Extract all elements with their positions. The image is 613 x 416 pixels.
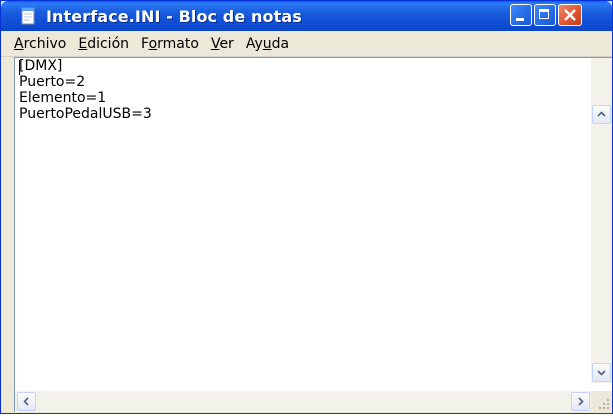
minimize-icon [516, 18, 524, 21]
title-bar[interactable]: Interface.INI - Bloc de notas [1, 1, 612, 31]
horizontal-scrollbar[interactable] [15, 391, 591, 412]
chevron-right-icon [578, 397, 584, 406]
document-text[interactable]: [DMX] Puerto=2 Elemento=1 PuertoPedalUSB… [19, 58, 579, 122]
menu-archivo[interactable]: Archivo [14, 36, 72, 52]
maximize-button[interactable] [534, 4, 556, 26]
scroll-left-button[interactable] [17, 392, 36, 411]
window-title: Interface.INI - Bloc de notas [46, 6, 302, 26]
chevron-down-icon [597, 370, 606, 376]
notepad-window: Interface.INI - Bloc de notas Archivo Ed… [0, 0, 613, 414]
menu-ver[interactable]: Ver [205, 36, 240, 52]
notepad-icon[interactable] [19, 7, 37, 25]
scroll-down-button[interactable] [592, 363, 611, 382]
scroll-up-button[interactable] [592, 105, 611, 124]
close-button[interactable] [558, 4, 582, 26]
menu-ayuda[interactable]: Ayuda [240, 36, 295, 52]
resize-grip-icon[interactable] [591, 391, 612, 412]
text-editor[interactable]: [DMX] Puerto=2 Elemento=1 PuertoPedalUSB… [14, 57, 612, 412]
menu-bar: Archivo Edición Formato Ver Ayuda [1, 31, 612, 57]
chevron-up-icon [597, 111, 606, 117]
scroll-right-button[interactable] [571, 392, 590, 411]
minimize-button[interactable] [510, 4, 532, 26]
close-icon [562, 7, 578, 23]
menu-edicion[interactable]: Edición [72, 36, 135, 52]
menu-formato[interactable]: Formato [135, 36, 205, 52]
maximize-icon [539, 9, 549, 19]
chevron-left-icon [23, 397, 29, 406]
vertical-scrollbar[interactable] [591, 58, 612, 383]
